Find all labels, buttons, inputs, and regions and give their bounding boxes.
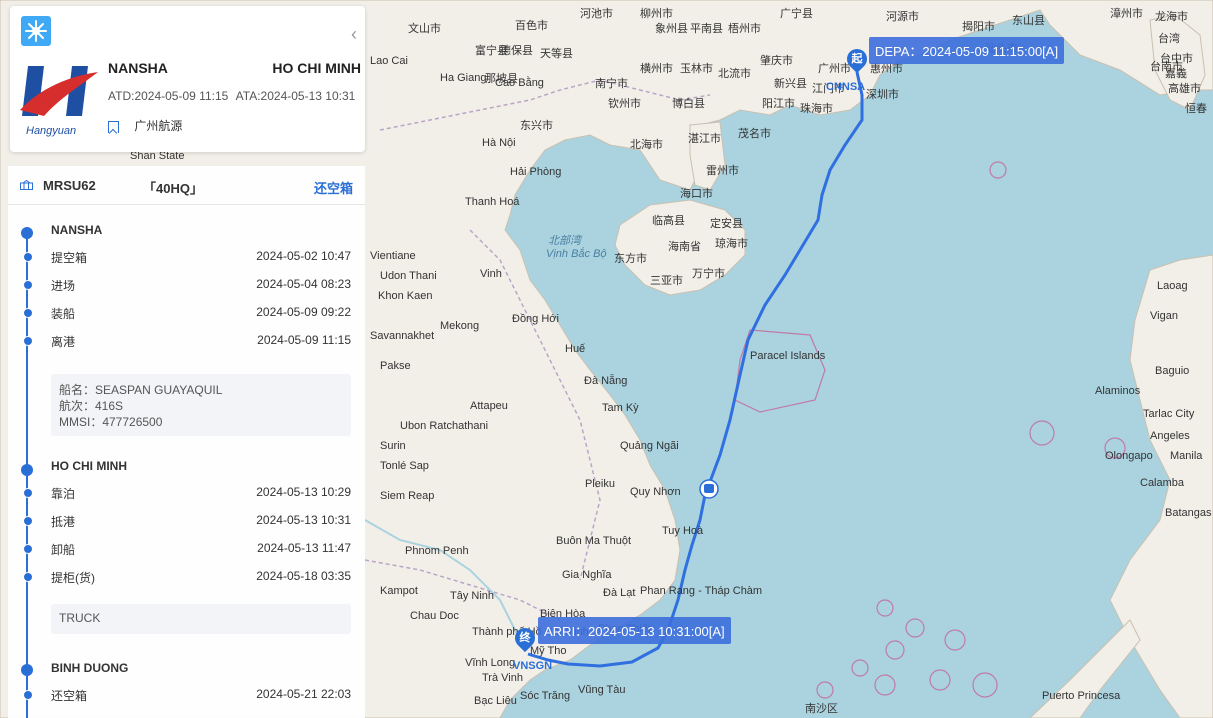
- actual-times: ATD:2024-05-09 11:15 ATA:2024-05-13 10:3…: [108, 89, 355, 103]
- event-label: 靠泊: [51, 487, 76, 501]
- event-time: 2024-05-02 10:47: [256, 249, 351, 263]
- event-node: [23, 308, 33, 318]
- svg-text:Hangyuan: Hangyuan: [26, 125, 76, 137]
- event-label: 还空箱: [51, 689, 88, 703]
- event-time: 2024-05-04 08:23: [256, 277, 351, 291]
- container-row[interactable]: MRSU62 「40HQ」 还空箱: [8, 166, 365, 205]
- event-time: 2024-05-21 22:03: [256, 687, 351, 701]
- port-node: [21, 464, 33, 476]
- event-label: 装船: [51, 307, 76, 321]
- event-time: 2024-05-09 09:22: [256, 305, 351, 319]
- atd-text: ATD:2024-05-09 11:15: [108, 89, 229, 103]
- event-label: 进场: [51, 279, 76, 293]
- vessel-voyage: 航次：416S: [59, 399, 124, 413]
- container-type: 「40HQ」: [143, 181, 203, 196]
- event-label: 提空箱: [51, 251, 88, 265]
- port-node: [21, 664, 33, 676]
- event-label: 卸船: [51, 543, 76, 557]
- company-name: 广州航源: [134, 119, 183, 133]
- port-node: [21, 227, 33, 239]
- event-time: 2024-05-09 11:15: [257, 333, 351, 347]
- event-node: [23, 488, 33, 498]
- vessel-name: 船名：SEASPAN GUAYAQUIL: [59, 383, 223, 397]
- depart-pin-icon[interactable]: 起: [842, 44, 872, 74]
- depart-port-code: CNNSA: [826, 81, 866, 93]
- shipment-summary-card: ‹ Hangyuan NANSHA HO CHI MINH ATD:2024-0…: [10, 6, 365, 152]
- depart-tag[interactable]: DEPA：2024-05-09 11:15:00[A]: [869, 37, 1065, 64]
- arrive-port-code: VNSGN: [513, 660, 553, 672]
- event-time: 2024-05-13 10:29: [256, 485, 351, 499]
- event-time: 2024-05-13 11:47: [257, 541, 351, 555]
- final-port-name: BINH DUONG: [51, 661, 129, 675]
- shipment-panel: ‹ Hangyuan NANSHA HO CHI MINH ATD:2024-0…: [8, 6, 365, 718]
- container-status[interactable]: 还空箱: [314, 178, 353, 197]
- app-icon[interactable]: [21, 16, 51, 46]
- event-time: 2024-05-13 10:31: [256, 513, 351, 527]
- vessel-info: 船名：SEASPAN GUAYAQUIL 航次：416S MMSI：477726…: [51, 374, 351, 436]
- vessel-mmsi: MMSI：477726500: [59, 415, 163, 429]
- event-node: [23, 690, 33, 700]
- collapse-icon[interactable]: ‹: [351, 24, 357, 45]
- container-number: MRSU62: [43, 178, 96, 193]
- arrive-tag[interactable]: ARRI：2024-05-13 10:31:00[A]: [538, 617, 731, 644]
- company-row: 广州航源: [108, 117, 182, 134]
- event-node: [23, 516, 33, 526]
- destination-port-name: HO CHI MINH: [51, 459, 127, 473]
- bookmark-icon[interactable]: [108, 120, 119, 133]
- arrive-pin-icon[interactable]: 终: [510, 623, 540, 653]
- port-of-discharge: HO CHI MINH: [272, 60, 361, 76]
- event-label: 离港: [51, 335, 76, 349]
- container-icon: [20, 180, 33, 190]
- ata-text: ATA:2024-05-13 10:31: [235, 89, 356, 103]
- event-node: [23, 544, 33, 554]
- transport-mode: TRUCK: [51, 604, 351, 634]
- company-logo: Hangyuan: [20, 58, 98, 140]
- event-node: [23, 252, 33, 262]
- event-node: [23, 336, 33, 346]
- event-time: 2024-05-18 03:35: [256, 569, 351, 583]
- event-node: [23, 280, 33, 290]
- origin-port-name: NANSHA: [51, 223, 103, 237]
- port-of-loading: NANSHA: [108, 60, 168, 76]
- event-label: 提柜(货): [51, 571, 95, 585]
- event-node: [23, 572, 33, 582]
- container-timeline: MRSU62 「40HQ」 还空箱 NANSHA 提空箱 2024-05-02 …: [8, 166, 365, 718]
- event-label: 抵港: [51, 515, 76, 529]
